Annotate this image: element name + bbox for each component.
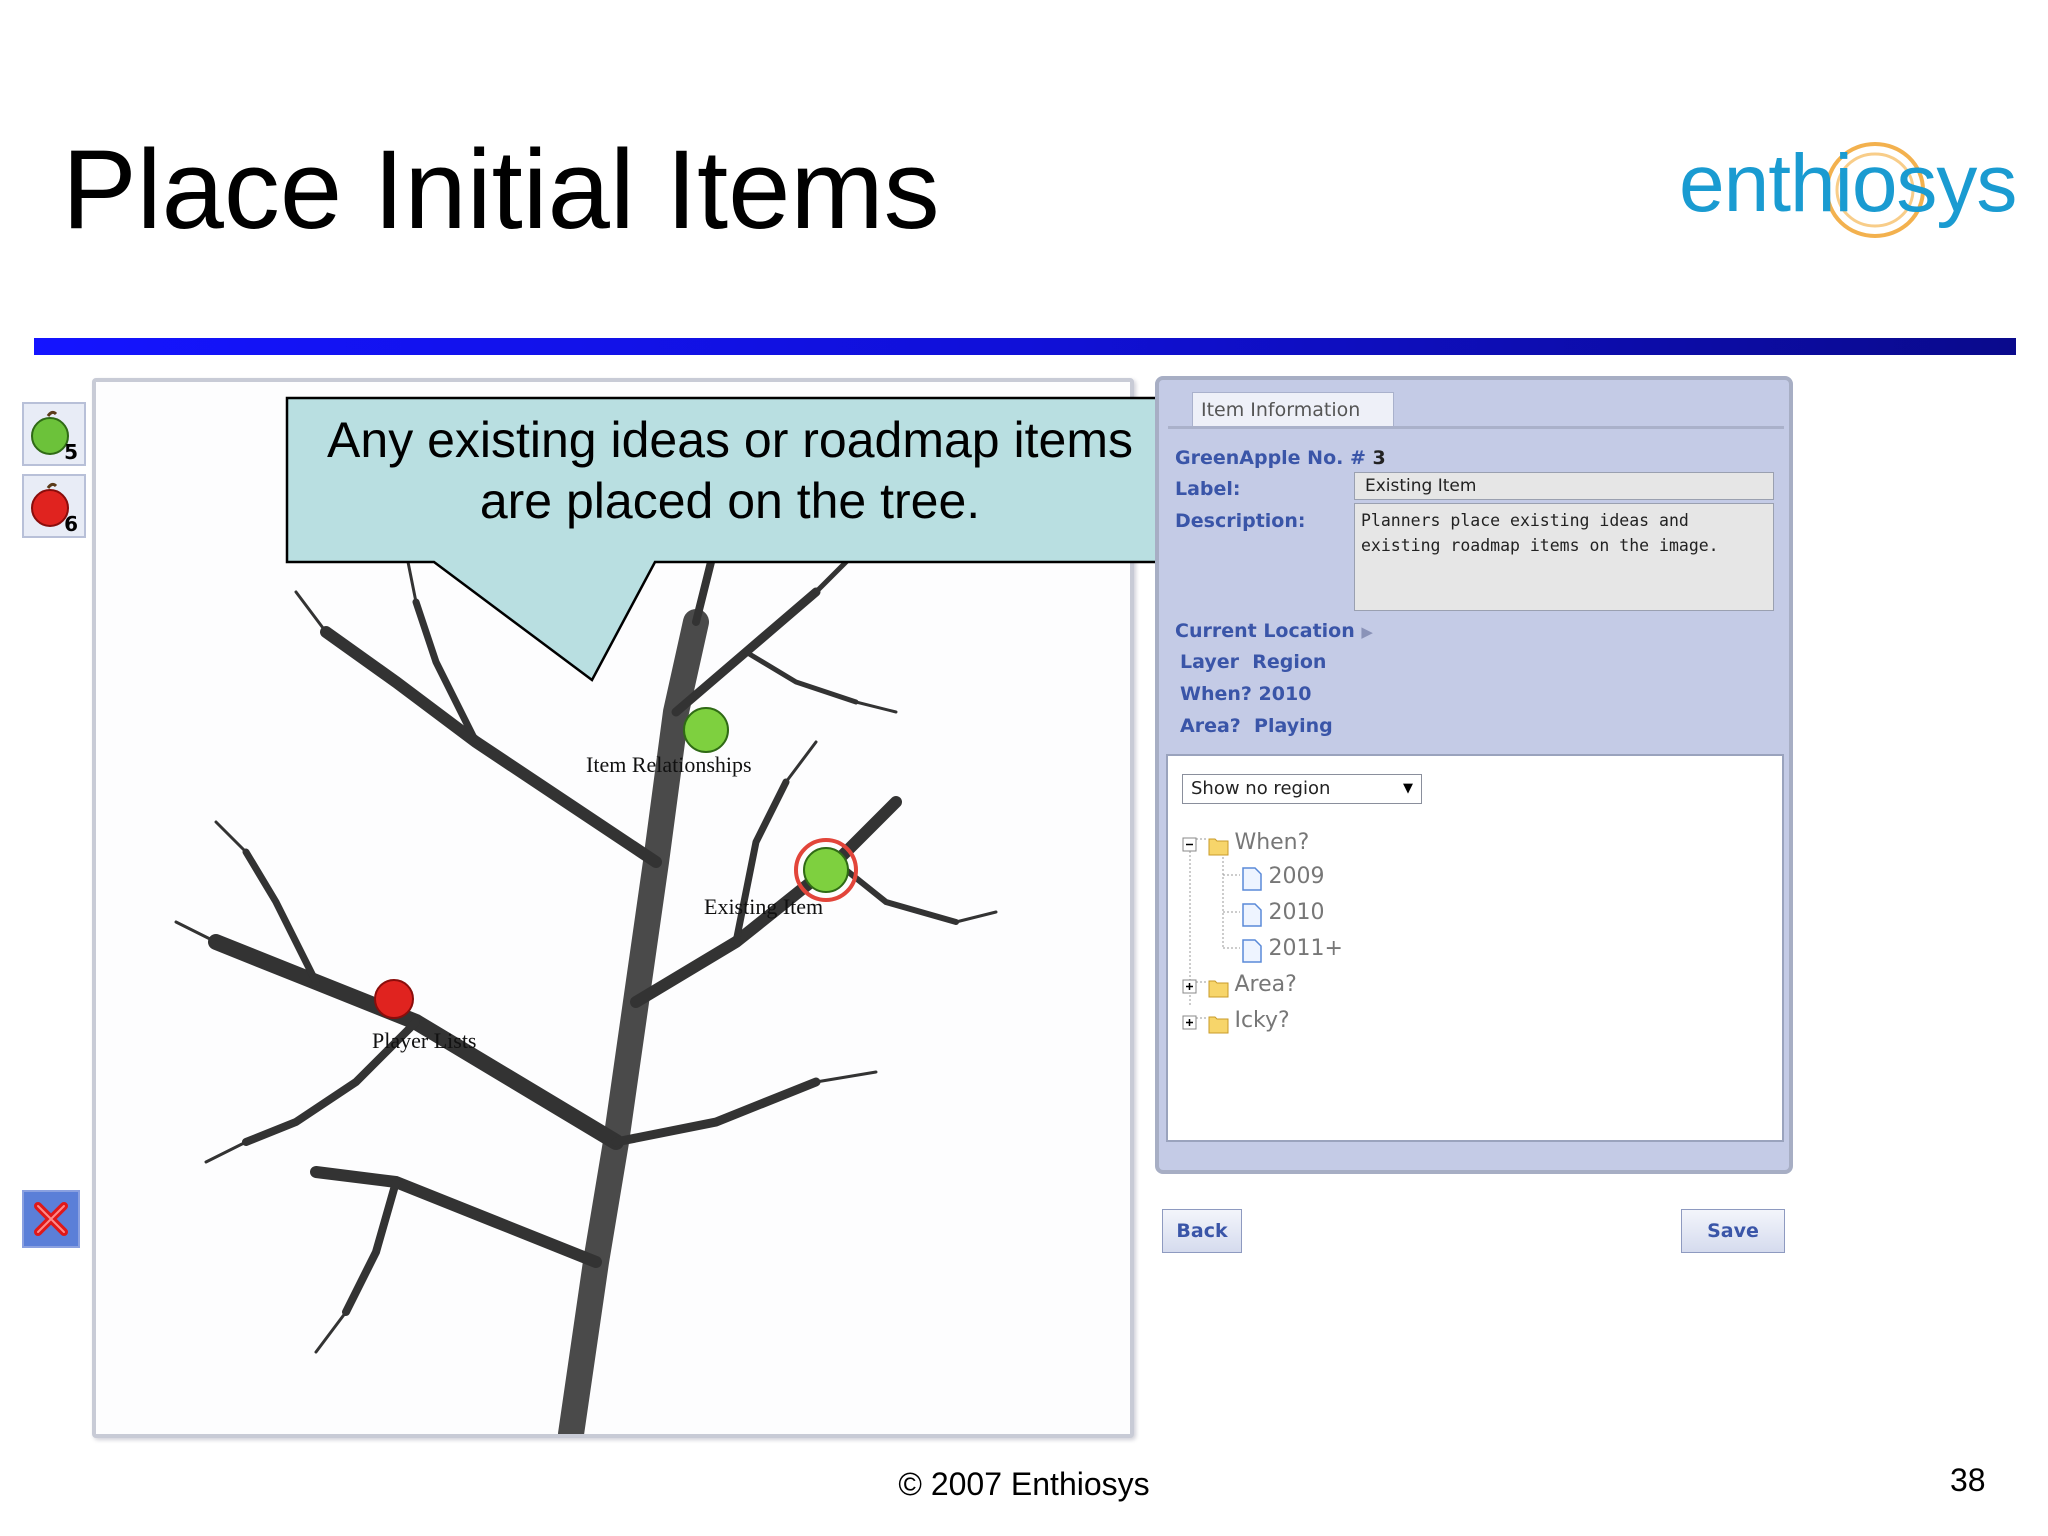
description-caption: Description: [1175,510,1306,532]
tree-node-label: 2011+ [1268,936,1343,961]
page-number: 38 [1950,1462,1986,1498]
footer-copyright: © 2007 Enthiosys [898,1466,1150,1502]
when-value: 2010 [1258,683,1312,705]
document-icon [1242,903,1262,927]
save-button[interactable]: Save [1681,1209,1785,1253]
current-location-label: Current Location [1175,620,1355,642]
document-icon [1242,867,1262,891]
green-apple-count: 5 [64,440,78,464]
tree-item-label[interactable]: Player Lists [372,1028,477,1054]
document-icon [1242,939,1262,963]
tree-node-label: 2010 [1268,900,1325,925]
red-apple-count: 6 [64,512,78,536]
layer-row: Layer Region [1180,651,1326,673]
item-number-row: GreenApple No. # 3 [1175,447,1386,469]
collapse-folder-icon [1182,837,1229,856]
red-apple-tool-button[interactable]: 6 [22,474,86,538]
slide-title: Place Initial Items [62,127,940,252]
green-apple-tool-button[interactable]: 5 [22,402,86,466]
label-field[interactable]: Existing Item [1354,472,1774,500]
tree-node-label: Icky? [1234,1008,1290,1033]
layer-caption: Layer [1180,651,1239,673]
red-x-icon [34,1202,68,1236]
tree-item-label[interactable]: Existing Item [704,894,823,920]
callout-text: Any existing ideas or roadmap items are … [290,410,1170,532]
enthiosys-logo: enthiosys [1675,125,2020,255]
region-dropdown[interactable]: Show no region ▼ [1182,774,1422,804]
tree-node-label: Area? [1234,972,1297,997]
logo-text: enthiosys [1679,138,2017,229]
area-caption: Area? [1180,715,1241,737]
label-caption: Label: [1175,478,1241,500]
tree-item-label[interactable]: Item Relationships [586,752,752,778]
item-number-value: 3 [1372,447,1386,469]
layer-value: Region [1252,651,1327,673]
title-divider [34,338,2016,355]
area-value: Playing [1254,715,1333,737]
tree-node-when[interactable]: When? [1182,830,1309,857]
item-kind-label: GreenApple No. # [1175,447,1366,469]
tree-node-2010[interactable]: 2010 [1240,900,1324,927]
tab-item-information[interactable]: Item Information [1192,392,1394,426]
expand-arrow-icon: ▶ [1361,623,1373,641]
tree-node-area[interactable]: Area? [1182,972,1297,999]
region-selected-value: Show no region [1191,778,1331,799]
tree-node-label: 2009 [1268,864,1325,889]
expand-folder-icon [1182,1015,1229,1034]
tree-node-icky[interactable]: Icky? [1182,1008,1290,1035]
current-location-toggle[interactable]: Current Location ▶ [1175,620,1373,642]
back-button[interactable]: Back [1162,1209,1242,1253]
callout-line: Any existing ideas or roadmap items [327,412,1133,468]
description-field[interactable]: Planners place existing ideas and existi… [1354,503,1774,611]
tree-node-label: When? [1234,830,1310,855]
tree-node-2009[interactable]: 2009 [1240,864,1324,891]
when-row: When? 2010 [1180,683,1311,705]
expand-folder-icon [1182,979,1229,998]
chevron-down-icon: ▼ [1403,781,1413,796]
area-row: Area? Playing [1180,715,1333,737]
when-caption: When? [1180,683,1252,705]
callout-line: are placed on the tree. [479,473,981,529]
tree-node-2011[interactable]: 2011+ [1240,936,1343,963]
delete-button[interactable] [22,1190,80,1248]
